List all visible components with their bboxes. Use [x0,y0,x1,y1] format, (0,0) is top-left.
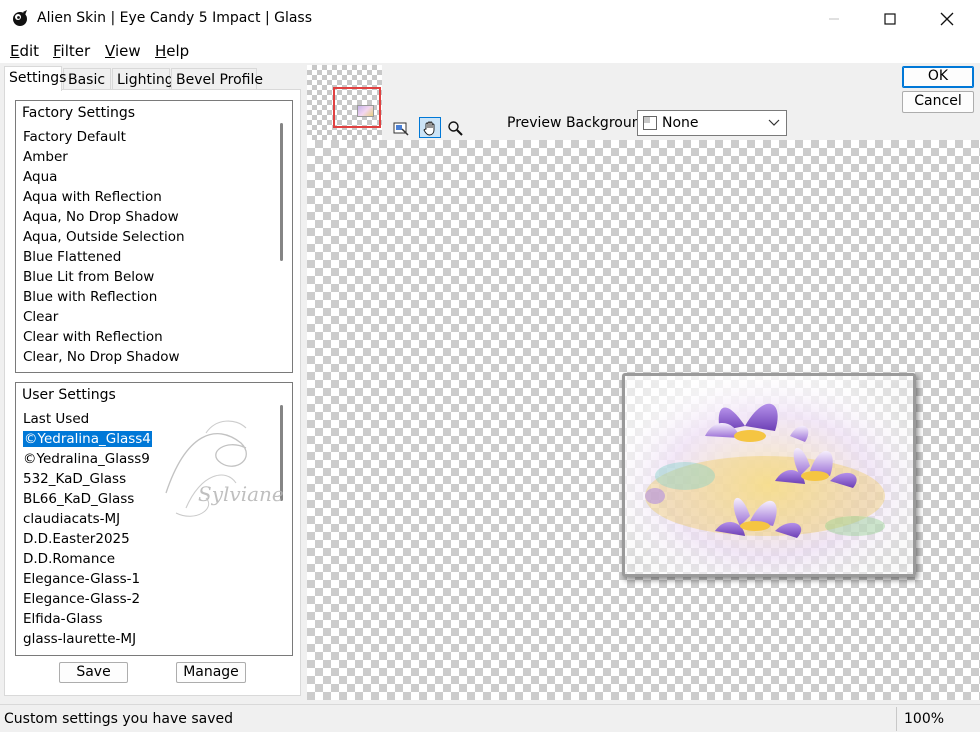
list-item[interactable]: Elfida-Glass [22,609,276,629]
menu-help[interactable]: Help [155,42,189,60]
list-item[interactable]: Blue Flattened [22,247,276,267]
navigator-icon [393,122,409,136]
manage-button[interactable]: Manage [176,662,246,683]
maximize-icon [884,13,896,25]
list-item[interactable]: Clear with Reflection [22,327,276,347]
preview-background-select[interactable]: None [637,110,787,136]
maximize-button[interactable] [867,0,913,38]
list-item[interactable]: Elegance-Glass-2 [22,589,276,609]
lotus-flower-image [625,376,913,574]
list-item[interactable]: Aqua [22,167,276,187]
list-item[interactable]: Factory Default [22,127,276,147]
app-icon [13,10,27,26]
minimize-icon [829,18,839,20]
tab-lighting[interactable]: Lighting [112,68,174,90]
user-settings-list[interactable]: User Settings Last Used ©Yedralina_Glass… [15,382,293,656]
menu-filter[interactable]: Filter [53,42,90,60]
settings-panel: Factory Settings Factory Default Amber A… [4,89,301,696]
factory-scrollbar-thumb[interactable] [280,123,283,261]
preview-background-label: Preview Background: [507,115,655,131]
list-item[interactable]: Clear, No Drop Shadow [22,347,276,367]
status-bar: Custom settings you have saved 100% [0,704,980,732]
background-swatch [643,116,657,130]
menu-edit[interactable]: Edit [10,42,39,60]
zoom-level: 100% [904,711,945,727]
chevron-down-icon [768,119,780,126]
hand-tool-button[interactable] [419,117,441,138]
list-item[interactable]: Aqua, Outside Selection [22,227,276,247]
list-item[interactable]: Aqua, No Drop Shadow [22,207,276,227]
navigator-viewport-frame[interactable] [333,87,381,128]
title-bar: Alien Skin | Eye Candy 5 Impact | Glass [0,0,980,38]
window-title: Alien Skin | Eye Candy 5 Impact | Glass [37,10,313,26]
save-button[interactable]: Save [59,662,128,683]
status-divider [896,707,897,731]
tab-basic[interactable]: Basic [63,68,111,90]
signature-watermark: Sylviane [165,420,284,517]
list-item[interactable]: D.D.Romance [22,549,276,569]
preview-canvas[interactable] [307,140,980,700]
ok-button[interactable]: OK [902,66,974,88]
menu-view[interactable]: View [105,42,141,60]
factory-settings-list[interactable]: Factory Settings Factory Default Amber A… [15,100,293,373]
list-item[interactable]: Blue with Reflection [22,287,276,307]
zoom-tool-button[interactable] [444,117,466,138]
navigator-thumbnail[interactable] [307,65,382,140]
watermark-text: Sylviane [198,482,284,506]
minimize-button[interactable] [811,0,857,38]
list-item[interactable]: Elegance-Glass-1 [22,569,276,589]
user-settings-header: User Settings [22,387,116,403]
zoom-icon [448,120,463,136]
hand-icon [423,121,435,135]
close-icon [940,12,954,26]
navigator-tool-button[interactable] [390,117,412,138]
cancel-button[interactable]: Cancel [902,91,974,113]
preview-background-value: None [662,115,699,131]
list-item[interactable]: Amber [22,147,276,167]
tab-settings[interactable]: Settings [4,66,66,91]
list-item[interactable]: Blue Lit from Below [22,267,276,287]
menu-bar: Edit Filter View Help [0,38,980,63]
list-item[interactable]: Clear [22,307,276,327]
list-item[interactable]: Aqua with Reflection [22,187,276,207]
preview-image [622,373,916,577]
tab-bevel-profile[interactable]: Bevel Profile [171,68,263,90]
list-item[interactable]: glass-laurette-MJ [22,629,276,649]
factory-settings-header: Factory Settings [22,105,136,121]
status-message: Custom settings you have saved [4,711,233,727]
close-button[interactable] [924,0,970,38]
